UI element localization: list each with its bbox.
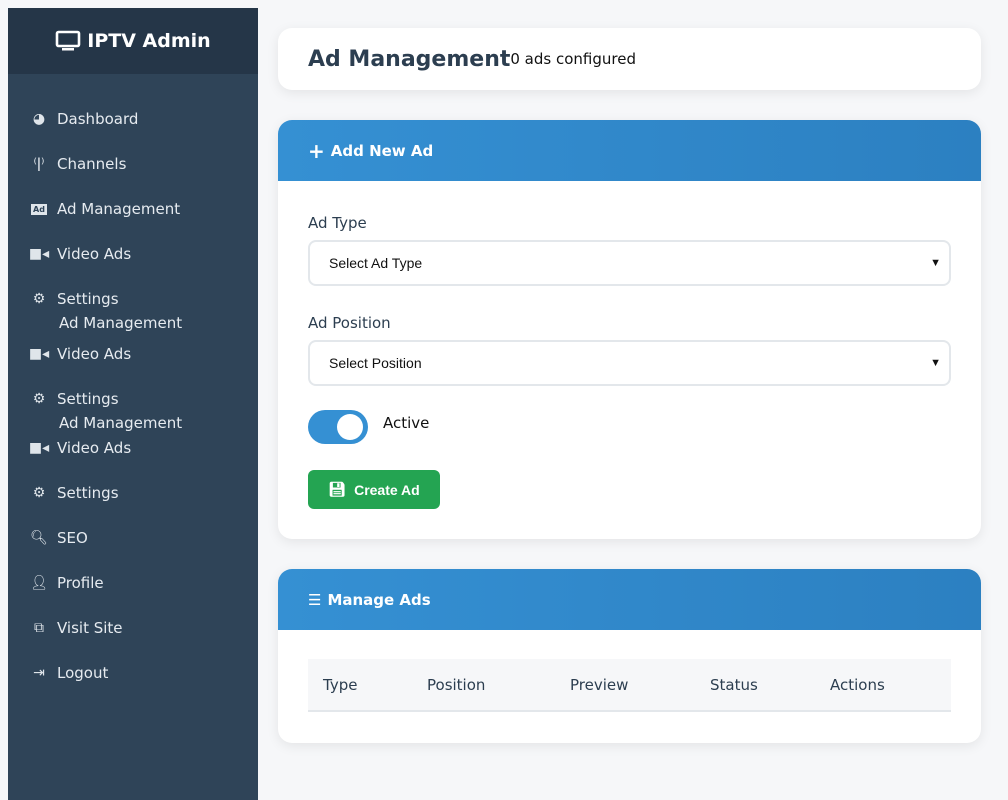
gear-icon: ⚙ — [32, 485, 46, 501]
brand[interactable]: IPTV Admin — [8, 8, 258, 74]
sidebar: IPTV Admin Ad Management Ad Management ◕… — [8, 8, 258, 800]
sidebar-item-video-ads[interactable]: ■◂ Video Ads — [28, 242, 131, 266]
user-icon: 👤︎ — [30, 575, 48, 591]
column-position: Position — [427, 676, 486, 694]
sidebar-item-dashboard[interactable]: ◕ Dashboard — [30, 107, 139, 131]
search-icon: 🔍︎ — [30, 530, 48, 546]
sidebar-item-profile[interactable]: 👤︎ Profile — [30, 571, 104, 595]
active-toggle[interactable] — [308, 410, 368, 444]
ads-table-header: Type Position Preview Status Actions — [308, 659, 951, 712]
ad-type-select[interactable]: Select Ad Type ▼ — [308, 240, 951, 286]
sidebar-item-channels[interactable]: ⁽ǀ⁾ Channels — [30, 152, 126, 176]
save-icon: 💾︎ — [328, 481, 347, 497]
tv-icon — [55, 30, 81, 51]
gear-icon: ⚙ — [32, 391, 46, 407]
column-preview: Preview — [570, 676, 629, 694]
sidebar-item-settings[interactable]: ⚙ Settings — [30, 387, 119, 411]
create-ad-button[interactable]: 💾︎ Create Ad — [308, 470, 440, 509]
video-icon: ■◂ — [28, 346, 50, 362]
ad-position-label: Ad Position — [308, 314, 391, 332]
sidebar-item-video-ads[interactable]: ■◂ Video Ads — [28, 342, 131, 366]
ghost-nav-label: Ad Management — [59, 314, 183, 332]
broadcast-icon: ⁽ǀ⁾ — [33, 156, 45, 172]
sidebar-item-visit-site[interactable]: ⧉ Visit Site — [30, 616, 123, 640]
ad-icon: Ad — [31, 203, 47, 215]
gauge-icon: ◕ — [32, 111, 46, 127]
sidebar-item-ad-management[interactable]: Ad Ad Management — [30, 197, 180, 221]
sidebar-item-seo[interactable]: 🔍︎ SEO — [30, 526, 88, 550]
ghost-nav-label: Ad Management — [59, 414, 183, 432]
manage-ads-header: ☰ Manage Ads — [278, 569, 981, 630]
active-label: Active — [383, 414, 430, 432]
manage-ads-card: ☰ Manage Ads Type Position Preview Status… — [278, 569, 981, 743]
page-title: Ad Management — [308, 46, 511, 72]
column-type: Type — [323, 676, 358, 694]
sidebar-item-settings[interactable]: ⚙ Settings — [30, 481, 119, 505]
gear-icon: ⚙ — [32, 291, 46, 307]
plus-icon: + — [308, 138, 325, 163]
video-icon: ■◂ — [28, 246, 50, 262]
sidebar-item-video-ads[interactable]: ■◂ Video Ads — [28, 436, 131, 460]
brand-title: IPTV Admin — [87, 30, 211, 52]
sidebar-item-settings[interactable]: ⚙ Settings — [30, 287, 119, 311]
ad-position-select[interactable]: Select Position ▼ — [308, 340, 951, 386]
column-actions: Actions — [830, 676, 885, 694]
column-status: Status — [710, 676, 758, 694]
chevron-down-icon: ▼ — [930, 357, 941, 369]
chevron-down-icon: ▼ — [930, 257, 941, 269]
external-link-icon: ⧉ — [34, 620, 44, 636]
page-header: Ad Management 0 ads configured — [278, 28, 981, 90]
sidebar-item-logout[interactable]: ⇥ Logout — [30, 661, 108, 685]
video-icon: ■◂ — [28, 440, 50, 456]
add-ad-card: + Add New Ad Ad Type Select Ad Type ▼ Ad P… — [278, 120, 981, 539]
ads-count: 0 ads configured — [510, 50, 636, 68]
logout-icon: ⇥ — [33, 665, 45, 681]
list-icon: ☰ — [308, 590, 322, 609]
ad-type-label: Ad Type — [308, 214, 367, 232]
add-ad-header: + Add New Ad — [278, 120, 981, 181]
